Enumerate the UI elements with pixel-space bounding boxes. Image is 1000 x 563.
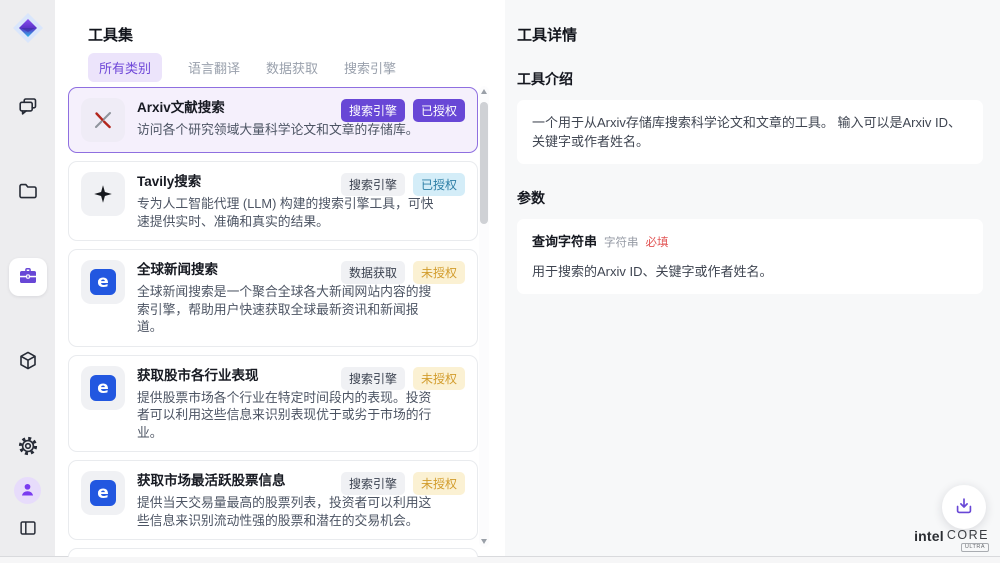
left-icon-rail [0, 0, 55, 556]
active-stocks-icon: e [81, 471, 125, 515]
tool-description: 访问各个研究领域大量科学论文和文章的存储库。 [137, 121, 419, 139]
tool-intro-box: 一个用于从Arxiv存储库搜索科学论文和文章的工具。 输入可以是Arxiv ID… [517, 100, 983, 164]
brand-core: core [947, 528, 989, 542]
download-icon [953, 495, 975, 520]
tab-language-translation[interactable]: 语言翻译 [188, 53, 240, 82]
rail-nav [9, 88, 47, 466]
tool-card-global-news[interactable]: e 全球新闻搜索 全球新闻搜索是一个聚合全球各大新闻网站内容的搜索引擎，帮助用户… [68, 249, 478, 347]
parameter-box: 查询字符串 字符串 必填 用于搜索的Arxiv ID、关键字或作者姓名。 [517, 219, 983, 294]
four-point-star-icon [81, 172, 125, 216]
gem-logo-icon [10, 10, 46, 51]
tool-list: Arxiv文献搜索 访问各个研究领域大量科学论文和文章的存储库。 搜索引擎 已授… [68, 87, 478, 557]
tab-search-engine[interactable]: 搜索引擎 [344, 53, 396, 82]
auth-status-badge: 未授权 [413, 261, 465, 284]
tool-description: 全球新闻搜索是一个聚合全球各大新闻网站内容的搜索引擎，帮助用户快速获取全球最新资… [137, 283, 443, 336]
page-title: 工具集 [88, 24, 133, 45]
tool-description: 专为人工智能代理 (LLM) 构建的搜索引擎工具，可快速提供实时、准确和真实的结… [137, 195, 443, 230]
user-avatar[interactable] [14, 477, 41, 504]
tool-card-arxiv[interactable]: Arxiv文献搜索 访问各个研究领域大量科学论文和文章的存储库。 搜索引擎 已授… [68, 87, 478, 153]
params-heading: 参数 [517, 188, 983, 208]
category-badge: 搜索引擎 [341, 173, 405, 196]
panel-toggle-button[interactable] [13, 514, 43, 544]
auth-status-badge: 未授权 [413, 472, 465, 495]
nav-cube-button[interactable] [9, 343, 47, 381]
stock-sector-icon: e [81, 366, 125, 410]
brand-intel: intel [914, 528, 944, 544]
nav-chat-button[interactable] [9, 88, 47, 126]
person-icon [18, 480, 37, 502]
gear-icon [16, 434, 40, 461]
category-badge: 搜索引擎 [341, 367, 405, 390]
scroll-up-arrow[interactable] [481, 89, 487, 94]
list-scrollbar[interactable] [479, 86, 489, 547]
auth-status-badge: 已授权 [413, 173, 465, 196]
param-description: 用于搜索的Arxiv ID、关键字或作者姓名。 [532, 262, 968, 281]
news-search-icon: e [81, 260, 125, 304]
tool-card-regional-news[interactable]: 万维地区新闻查询 查询具体行政区划内的新闻，快速了解各地新闻动 搜索引擎 未授权 [68, 548, 478, 557]
toolbox-icon [16, 264, 40, 291]
arxiv-icon [81, 98, 125, 142]
tool-card-tavily[interactable]: Tavily搜索 专为人工智能代理 (LLM) 构建的搜索引擎工具，可快速提供实… [68, 161, 478, 241]
tool-description: 提供股票市场各个行业在特定时间段内的表现。投资者可以利用这些信息来识别表现优于或… [137, 389, 443, 442]
category-badge: 搜索引擎 [341, 472, 405, 495]
param-type: 字符串 [604, 234, 639, 253]
tool-details-panel: 工具详情 工具介绍 一个用于从Arxiv存储库搜索科学论文和文章的工具。 输入可… [505, 0, 1000, 556]
brand-ultra-badge: ultra [961, 543, 989, 552]
intel-core-logo: intel core ultra [914, 528, 989, 552]
app-window: 工具集 所有类别 语言翻译 数据获取 搜索引擎 Arxiv文献搜索 访问 [0, 0, 1000, 557]
param-required-badge: 必填 [646, 234, 669, 253]
app-logo[interactable] [9, 10, 47, 48]
category-badge: 搜索引擎 [341, 99, 405, 122]
auth-status-badge: 未授权 [413, 367, 465, 390]
chat-icon [16, 94, 40, 121]
param-name: 查询字符串 [532, 232, 597, 251]
tool-card-most-active-stocks[interactable]: e 获取市场最活跃股票信息 提供当天交易量最高的股票列表，投资者可以利用这些信息… [68, 460, 478, 540]
scroll-down-arrow[interactable] [481, 539, 487, 544]
folder-icon [16, 179, 40, 206]
category-badge: 数据获取 [341, 261, 405, 284]
tab-data-fetching[interactable]: 数据获取 [266, 53, 318, 82]
nav-settings-button[interactable] [9, 428, 47, 466]
nav-folder-button[interactable] [9, 173, 47, 211]
auth-status-badge: 已授权 [413, 99, 465, 122]
rail-bottom [0, 477, 55, 544]
details-title: 工具详情 [517, 24, 983, 45]
panel-toggle-icon [17, 517, 39, 542]
tab-all-categories[interactable]: 所有类别 [88, 53, 162, 82]
intro-heading: 工具介绍 [517, 69, 983, 89]
tool-card-sector-performance[interactable]: e 获取股市各行业表现 提供股票市场各个行业在特定时间段内的表现。投资者可以利用… [68, 355, 478, 453]
tool-description: 提供当天交易量最高的股票列表，投资者可以利用这些信息来识别流动性强的股票和潜在的… [137, 494, 443, 529]
cube-icon [16, 349, 40, 376]
tools-panel: 工具集 所有类别 语言翻译 数据获取 搜索引擎 Arxiv文献搜索 访问 [55, 0, 505, 556]
category-tabs: 所有类别 语言翻译 数据获取 搜索引擎 [88, 53, 396, 82]
download-button[interactable] [942, 485, 986, 529]
scrollbar-thumb[interactable] [480, 102, 488, 224]
tool-intro-text: 一个用于从Arxiv存储库搜索科学论文和文章的工具。 输入可以是Arxiv ID… [532, 115, 961, 149]
nav-toolbox-button[interactable] [9, 258, 47, 296]
